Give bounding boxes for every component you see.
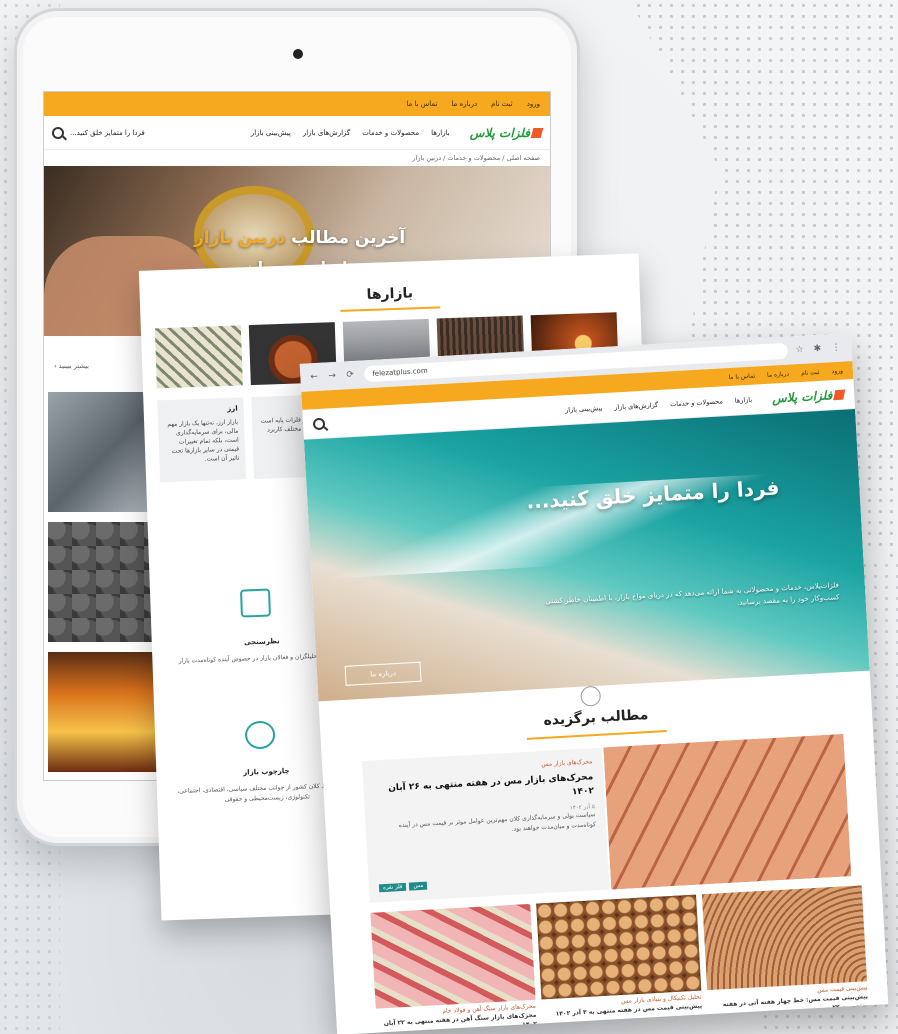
logo-mark-icon [833, 389, 846, 400]
promo-canvas: ورود ثبت نام درباره ما تماس با ما فلزات … [0, 0, 898, 1034]
reload-icon[interactable]: ⟳ [346, 370, 357, 380]
bookmark-icon[interactable]: ☆ [795, 345, 806, 355]
furnace-image[interactable] [48, 652, 168, 772]
site-logo[interactable]: فلزات پلاس [470, 126, 544, 140]
logo-mark-icon [530, 127, 544, 138]
hero-subtitle: فلزات‌پلاس، خدمات و محصولاتی به شما ارائ… [545, 581, 840, 607]
about-link[interactable]: درباره ما [451, 100, 477, 108]
search-icon[interactable] [52, 126, 64, 139]
hero-banner: فردا را متمایز خلق کنید... فلزات‌پلاس، خ… [303, 408, 870, 702]
breadcrumb: صفحه اصلی / محصولات و خدمات / دربین بازا… [412, 154, 540, 162]
see-more-link[interactable]: ‹ بیشتر ببینید [54, 362, 89, 370]
nav-forecast[interactable]: پیش‌بینی بازار [565, 404, 603, 414]
menu-icon[interactable]: ⋮ [831, 343, 842, 353]
tag-chip[interactable]: مس [409, 881, 428, 891]
nav-products[interactable]: محصولات و خدمات [362, 129, 419, 137]
camera-icon [293, 49, 303, 59]
article-thumb-currency[interactable] [370, 903, 536, 1009]
main-nav: فلزات پلاس بازارها محصولات و خدمات گزارش… [44, 116, 550, 150]
back-icon[interactable]: ← [310, 372, 321, 382]
search-box[interactable]: فردا را متمایز خلق کنید... [52, 126, 145, 139]
signup-link[interactable]: ثبت نام [801, 368, 820, 376]
login-link[interactable]: ورود [831, 367, 843, 375]
extensions-icon[interactable]: ✱ [813, 344, 824, 354]
nav-reports[interactable]: گزارش‌های بازار [303, 129, 350, 137]
site-logo[interactable]: فلزات پلاس [772, 387, 846, 405]
contact-link[interactable]: تماس با ما [728, 372, 755, 380]
market-card[interactable]: ارز بازار ارز، نه‌تنها یک بازار مهم مالی… [157, 397, 247, 483]
top-bar: ورود ثبت نام درباره ما تماس با ما [44, 92, 550, 116]
about-link[interactable]: درباره ما [767, 370, 789, 378]
nav-markets[interactable]: بازارها [735, 395, 753, 404]
nav-products[interactable]: محصولات و خدمات [670, 397, 723, 408]
framework-icon [244, 720, 276, 750]
nav-reports[interactable]: گزارش‌های بازار [614, 400, 658, 410]
contact-link[interactable]: تماس با ما [406, 100, 437, 108]
article-thumb-copper-rods[interactable] [536, 894, 702, 1000]
title-underline [340, 306, 441, 312]
about-button[interactable]: درباره ما [344, 661, 422, 686]
nav-markets[interactable]: بازارها [431, 129, 450, 137]
signup-link[interactable]: ثبت نام [491, 100, 513, 108]
login-link[interactable]: ورود [527, 100, 540, 108]
search-placeholder: فردا را متمایز خلق کنید... [70, 128, 145, 137]
list-icon [580, 685, 602, 707]
survey-icon [239, 588, 271, 618]
tag-chip[interactable]: فلز نقره [378, 882, 407, 893]
hero-title: آخرین مطالب دربین بازار [194, 228, 406, 248]
copper-bars-image[interactable] [603, 734, 852, 890]
market-tile-currency[interactable] [154, 325, 243, 389]
title-underline [526, 730, 667, 740]
nav-forecast[interactable]: پیش‌بینی بازار [251, 129, 291, 137]
forward-icon[interactable]: → [328, 371, 339, 381]
search-icon[interactable] [312, 417, 326, 430]
markets-title: بازارها [366, 285, 414, 303]
browser-page: ← → ⟳ felezatplus.com ☆ ✱ ⋮ ورود ثبت نام… [299, 333, 889, 1034]
article-thumb-copper-coils[interactable] [701, 885, 868, 991]
article-headline[interactable]: محرک‌های بازار مس در هفته منتهی به ۲۶ آب… [373, 771, 594, 810]
featured-article[interactable]: محرک‌های بازار مس محرک‌های بازار مس در ه… [361, 747, 610, 903]
